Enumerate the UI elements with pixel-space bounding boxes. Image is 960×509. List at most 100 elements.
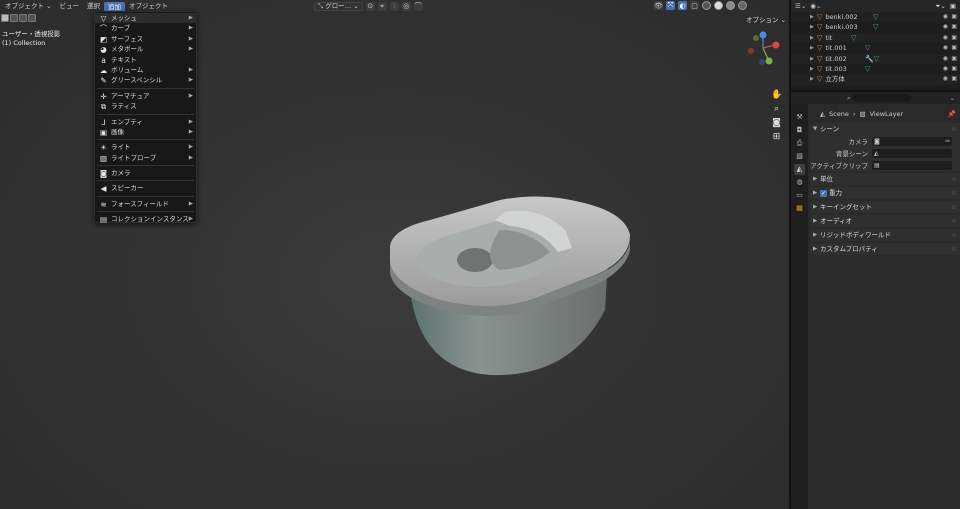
select-invert-button[interactable] bbox=[28, 14, 36, 22]
add-empty[interactable]: ⅃ エンプティ ▶ bbox=[95, 117, 196, 127]
expand-arrow-icon[interactable]: ▶ bbox=[810, 74, 814, 84]
drag-handle-icon[interactable]: ⁞⁞ bbox=[952, 187, 956, 199]
new-collection-icon[interactable]: ▣ bbox=[950, 2, 956, 10]
expand-arrow-icon[interactable]: ▶ bbox=[810, 54, 814, 64]
custom-properties-panel[interactable]: ▶ カスタムプロパティ ⁞⁞ bbox=[810, 243, 960, 255]
toilet-model[interactable] bbox=[380, 190, 640, 390]
drag-handle-icon[interactable]: ⁞⁞ bbox=[952, 229, 956, 241]
add-collection-instance[interactable]: ▤ コレクションインスタンス ▶ bbox=[95, 214, 196, 224]
expand-arrow-icon[interactable]: ▶ bbox=[810, 64, 814, 74]
eye-icon[interactable]: ◉ bbox=[943, 74, 948, 84]
add-text[interactable]: a テキスト bbox=[95, 55, 196, 65]
object-mode-dropdown[interactable]: オブジェクト ⌄ bbox=[1, 0, 56, 12]
camera-view-icon[interactable]: ◙ bbox=[771, 118, 782, 129]
snap-target-icon[interactable]: ⫶ bbox=[389, 1, 399, 11]
select-new-button[interactable] bbox=[1, 14, 9, 22]
drag-handle-icon[interactable]: ⁞⁞ bbox=[952, 215, 956, 227]
camera-render-icon[interactable]: ▣ bbox=[951, 54, 957, 64]
outliner-row[interactable]: ▶ ▽ tit.002 🔧▽ ◉ ▣ bbox=[791, 53, 960, 64]
gravity-checkbox[interactable]: ✓ bbox=[820, 190, 827, 197]
menu-view[interactable]: ビュー bbox=[56, 0, 84, 12]
drag-handle-icon[interactable]: ⁞⁞ bbox=[952, 123, 956, 135]
background-scene-field[interactable]: ◭ bbox=[872, 148, 952, 158]
units-panel[interactable]: ▶ 単位 ⁞⁞ bbox=[810, 173, 960, 185]
outliner-row[interactable]: ▶ ▽ tit.003 ▽ ◉ ▣ bbox=[791, 64, 960, 74]
material-shading-icon[interactable] bbox=[726, 1, 735, 10]
snap-icon[interactable]: ⌖ bbox=[377, 1, 387, 11]
filter-icon[interactable]: ⏷⌄ bbox=[935, 2, 946, 11]
gravity-panel[interactable]: ▶ ✓ 重力 ⁞⁞ bbox=[810, 187, 960, 199]
drag-handle-icon[interactable]: ⁞⁞ bbox=[952, 201, 956, 213]
rigid-body-world-panel-header[interactable]: ▶ リジッドボディワールド ⁞⁞ bbox=[810, 229, 960, 241]
properties-search-input[interactable] bbox=[852, 94, 911, 102]
camera-field[interactable]: ◙ ✑ bbox=[872, 136, 952, 146]
keying-sets-panel[interactable]: ▶ キーイングセット ⁞⁞ bbox=[810, 201, 960, 213]
wireframe-shading-icon[interactable] bbox=[702, 1, 711, 10]
audio-panel[interactable]: ▶ オーディオ ⁞⁞ bbox=[810, 215, 960, 227]
camera-render-icon[interactable]: ▣ bbox=[951, 22, 957, 32]
outliner-row[interactable]: ▶ ▽ tit ▽ ◉ ▣ bbox=[791, 32, 960, 44]
options-dropdown[interactable]: オプション ⌄ bbox=[746, 14, 786, 24]
transform-orientation-dropdown[interactable]: ⤡ グロー… ⌄ bbox=[314, 1, 363, 11]
proportional-edit-icon[interactable]: ◎ bbox=[401, 1, 411, 11]
select-extend-button[interactable] bbox=[10, 14, 18, 22]
rendered-shading-icon[interactable] bbox=[738, 1, 747, 10]
add-light-probe[interactable]: ▨ ライトプローブ ▶ bbox=[95, 153, 196, 163]
add-grease-pencil[interactable]: ✎ グリースペンシル ▶ bbox=[95, 75, 196, 85]
camera-render-icon[interactable]: ▣ bbox=[951, 33, 957, 43]
hand-pan-icon[interactable]: ✋ bbox=[771, 90, 782, 101]
rigid-body-world-panel[interactable]: ▶ リジッドボディワールド ⁞⁞ bbox=[810, 229, 960, 241]
options-chevron-icon[interactable]: ⌄ bbox=[950, 94, 955, 102]
world-tab-icon[interactable]: ◍ bbox=[794, 177, 805, 188]
add-volume[interactable]: ☁ ボリューム ▶ bbox=[95, 65, 196, 75]
eye-icon[interactable]: ◉ bbox=[943, 64, 948, 74]
eye-icon[interactable]: ◉ bbox=[943, 43, 948, 53]
collection-tab-icon[interactable]: ▭ bbox=[794, 190, 805, 201]
outliner-row[interactable]: ▶ ▽ tit.001 ▽ ◉ ▣ bbox=[791, 43, 960, 53]
eyedropper-icon[interactable]: ✑ bbox=[945, 138, 950, 145]
camera-render-icon[interactable]: ▣ bbox=[951, 64, 957, 74]
units-panel-header[interactable]: ▶ 単位 ⁞⁞ bbox=[810, 173, 960, 185]
scene-panel-header[interactable]: ▼ シーン ⁞⁞ bbox=[810, 123, 960, 135]
outliner-row[interactable]: ▶ ▽ benki.003 ▽ ◉ ▣ bbox=[791, 22, 960, 32]
add-light[interactable]: ☀ ライト ▶ bbox=[95, 142, 196, 152]
gravity-panel-header[interactable]: ▶ ✓ 重力 ⁞⁞ bbox=[810, 187, 960, 199]
expand-arrow-icon[interactable]: ▶ bbox=[810, 12, 814, 22]
proportional-falloff-icon[interactable]: ⌒ bbox=[413, 1, 423, 11]
add-image[interactable]: ▣ 画像 ▶ bbox=[95, 127, 196, 137]
output-tab-icon[interactable]: ⎙ bbox=[794, 138, 805, 149]
camera-render-icon[interactable]: ▣ bbox=[951, 74, 957, 84]
outliner-row[interactable]: ▶ ▽ benki.002 ▽ ◉ ▣ bbox=[791, 12, 960, 23]
eye-icon[interactable]: ◉ bbox=[943, 22, 948, 32]
add-mesh[interactable]: ▽ メッシュ ▶ bbox=[95, 13, 196, 24]
expand-arrow-icon[interactable]: ▶ bbox=[810, 43, 814, 53]
camera-render-icon[interactable]: ▣ bbox=[951, 12, 957, 22]
outliner-editor-icon[interactable]: ☰⌄ bbox=[795, 2, 806, 10]
audio-panel-header[interactable]: ▶ オーディオ ⁞⁞ bbox=[810, 215, 960, 227]
gizmo-toggle-icon[interactable]: ⤧ bbox=[666, 1, 675, 10]
view-layer-tab-icon[interactable]: ▧ bbox=[794, 151, 805, 162]
render-tab-icon[interactable]: ◘ bbox=[794, 125, 805, 136]
custom-properties-panel-header[interactable]: ▶ カスタムプロパティ ⁞⁞ bbox=[810, 243, 960, 255]
active-clip-field[interactable]: ▤ bbox=[872, 160, 952, 170]
texture-tab-icon[interactable]: ▦ bbox=[794, 203, 805, 214]
eye-icon[interactable]: ◉ bbox=[943, 12, 948, 22]
menu-add[interactable]: 追加 bbox=[104, 1, 126, 12]
zoom-icon[interactable]: ⌕ bbox=[771, 104, 782, 115]
add-force-field[interactable]: ≋ フォースフィールド ▶ bbox=[95, 199, 196, 209]
expand-arrow-icon[interactable]: ▶ bbox=[810, 33, 814, 43]
expand-arrow-icon[interactable]: ▶ bbox=[810, 22, 814, 32]
add-speaker[interactable]: ◀ スピーカー bbox=[95, 183, 196, 193]
add-lattice[interactable]: ⧉ ラティス bbox=[95, 101, 196, 111]
tool-tab-icon[interactable]: ⚒ bbox=[794, 112, 805, 123]
add-armature[interactable]: ✛ アーマチュア ▶ bbox=[95, 91, 196, 101]
drag-handle-icon[interactable]: ⁞⁞ bbox=[952, 173, 956, 185]
drag-handle-icon[interactable]: ⁞⁞ bbox=[952, 243, 956, 255]
add-curve[interactable]: ⌒ カーブ ▶ bbox=[95, 23, 196, 33]
add-metaball[interactable]: ◕ メタボール ▶ bbox=[95, 44, 196, 54]
pin-icon[interactable]: 📌 bbox=[948, 110, 956, 118]
visibility-icon[interactable]: 👁 bbox=[654, 1, 663, 10]
navigation-gizmo[interactable] bbox=[742, 28, 784, 70]
xray-icon[interactable]: ▢ bbox=[690, 1, 699, 10]
add-surface[interactable]: ◩ サーフェス ▶ bbox=[95, 34, 196, 44]
